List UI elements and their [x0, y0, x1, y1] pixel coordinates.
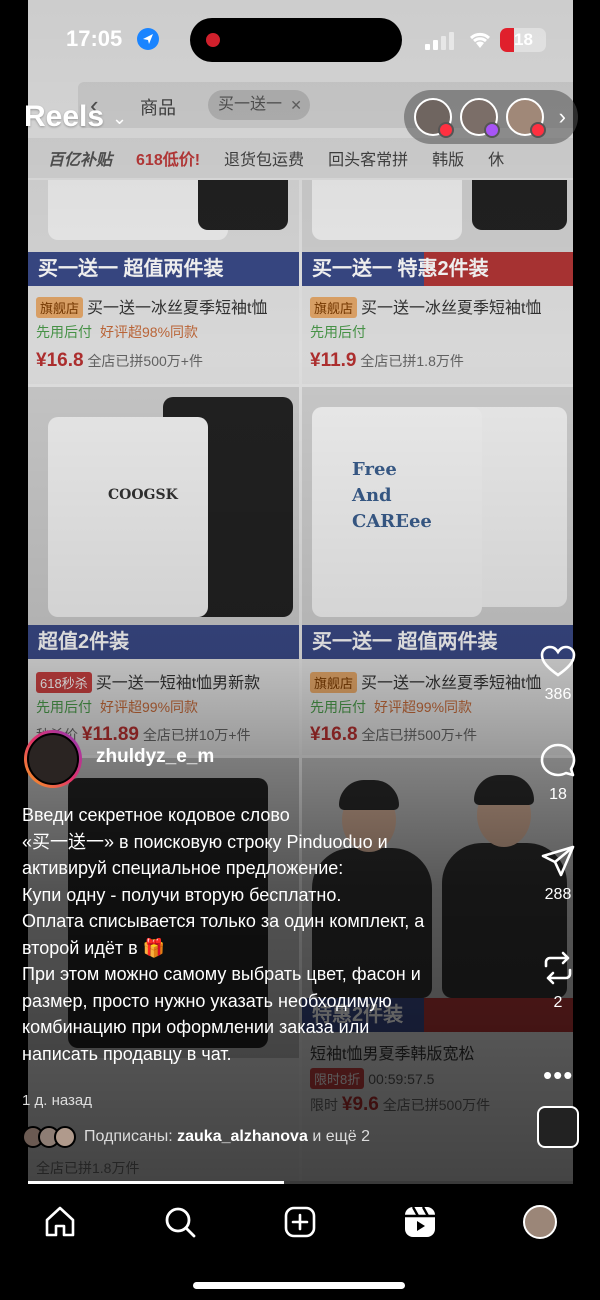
product-title: 旗舰店 买一送一冰丝夏季短袖t恤 — [310, 669, 541, 693]
close-icon: ✕ — [290, 97, 303, 113]
tab-search[interactable] — [160, 1202, 200, 1242]
remix-count: 2 — [553, 994, 563, 1011]
product-card: 买一送一 特惠2件装 旗舰店 买一送一冰丝夏季短袖t恤 先用后付 ¥11.9 全店… — [302, 180, 573, 384]
product-timer: 限时8折 00:59:57.5 — [310, 1068, 434, 1089]
shirt-print: COOGSK — [108, 487, 178, 503]
like-count: 386 — [544, 686, 572, 703]
product-banner: 超值2件装 — [28, 625, 299, 659]
friends-activity-pill[interactable]: › — [404, 90, 578, 144]
product-meta: 先用后付 好评超99%同款 — [310, 699, 473, 715]
profile-avatar — [523, 1205, 557, 1239]
chevron-down-icon[interactable]: ⌄ — [112, 108, 127, 129]
author-avatar[interactable] — [24, 730, 82, 788]
friend-avatar — [506, 98, 546, 138]
caption-line: «买一送一» в поисковую строку Pinduoduo и — [22, 831, 388, 852]
pdd-filter: 休 — [488, 152, 505, 169]
product-price: 限时 ¥9.6 全店已拼500万件 — [310, 1094, 491, 1115]
caption-line: размер, просто нужно указать необходимую — [22, 990, 392, 1011]
comment-icon — [540, 743, 576, 777]
comment-count: 18 — [549, 786, 567, 803]
pdd-filter: 韩版 — [432, 152, 465, 169]
wifi-icon — [467, 28, 493, 56]
tab-profile[interactable] — [520, 1202, 560, 1242]
product-price: ¥16.8 全店已拼500万+件 — [310, 724, 477, 745]
product-card: COOGSK 超值2件装 618秒杀 买一送一短袖t恤男新款 先用后付 好评超99%… — [28, 387, 299, 755]
product-banner: 买一送一 超值两件装 — [28, 252, 299, 286]
product-meta: 先用后付 好评超98%同款 — [36, 324, 199, 340]
friend-avatar — [460, 98, 500, 138]
status-bar: 17:05 18 — [0, 0, 600, 80]
pdd-search-chip: 买一送一 ✕ — [208, 90, 311, 120]
product-price: ¥11.9 全店已拼1.8万件 — [310, 350, 464, 371]
shirt-print: Free And CAREee — [352, 459, 432, 532]
product-banner: 买一送一 特惠2件装 — [302, 252, 573, 286]
product-title: 618秒杀 买一送一短袖t恤男新款 — [36, 669, 260, 693]
author-username[interactable]: zhuldyz_e_m — [96, 746, 214, 768]
reels-icon — [405, 1206, 435, 1237]
tab-create[interactable] — [280, 1202, 320, 1242]
product-title: 旗舰店 买一送一冰丝夏季短袖t恤 — [36, 294, 267, 318]
product-image — [28, 180, 299, 252]
caption-line: Купи одну - получи вторую бесплатно. — [22, 884, 342, 905]
product-meta: 先用后付 — [310, 324, 366, 340]
audio-thumbnail[interactable] — [537, 1106, 579, 1148]
remix-button[interactable]: 2 — [530, 950, 586, 1012]
caption-line: активируй специальное предложение: — [22, 858, 344, 878]
music-icon — [484, 122, 500, 138]
product-image — [302, 180, 573, 252]
share-icon — [541, 845, 575, 877]
comment-button[interactable]: 18 — [530, 742, 586, 804]
create-icon — [284, 1206, 316, 1238]
status-time: 17:05 — [66, 26, 123, 51]
heart-icon — [530, 122, 546, 138]
caption-line: написать продавцу в чат. — [22, 1043, 232, 1064]
product-card: 买一送一 超值两件装 旗舰店 买一送一冰丝夏季短袖t恤 先用后付 好评超98%同款 … — [28, 180, 299, 384]
pdd-filter-bar: 百亿补贴 618低价! 退货包运费 回头客常拼 韩版 休 — [28, 138, 573, 178]
chevron-right-icon: › — [558, 104, 566, 129]
signal-icon — [425, 32, 457, 50]
follower-avatar — [54, 1126, 76, 1148]
caption-line: Оплата списывается только за один компле… — [22, 911, 425, 931]
share-count: 288 — [544, 886, 572, 903]
friend-avatar — [414, 98, 454, 138]
product-sold: 全店已拼1.8万件 — [36, 1160, 140, 1176]
pdd-filter: 退货包运费 — [224, 152, 305, 169]
pdd-search-category: 商品 — [140, 98, 176, 118]
product-meta: 先用后付 好评超99%同款 — [36, 699, 199, 715]
recording-indicator — [206, 33, 220, 47]
caption-line: При этом можно самому выбрать цвет, фасо… — [22, 964, 421, 984]
product-image: Free And CAREee — [302, 387, 573, 625]
followed-by-text: Подписаны: zauka_alzhanova и ещё 2 — [84, 1128, 370, 1145]
post-time: 1 д. назад — [22, 1092, 93, 1109]
share-button[interactable]: 288 — [530, 844, 586, 904]
tab-reels[interactable] — [400, 1202, 440, 1242]
pdd-search-query: 买一送一 — [218, 96, 283, 113]
more-icon[interactable]: ••• — [543, 1060, 573, 1091]
location-icon — [137, 28, 159, 50]
heart-icon — [540, 645, 576, 677]
home-icon — [45, 1206, 75, 1237]
tab-home[interactable] — [40, 1202, 80, 1242]
caption-line: Введи секретное кодовое слово — [22, 805, 290, 825]
caption-line: второй идёт в 🎁 — [22, 937, 166, 958]
caption-line: комбинацию при оформлении заказа или — [22, 1017, 370, 1037]
product-title: 旗舰店 买一送一冰丝夏季短袖t恤 — [310, 294, 541, 318]
pdd-filter: 回头客常拼 — [328, 152, 409, 169]
pdd-filter: 百亿补贴 — [48, 152, 113, 169]
product-price: ¥16.8 全店已拼500万+件 — [36, 350, 203, 371]
pdd-filter: 618低价! — [136, 152, 201, 169]
reel-caption[interactable]: Введи секретное кодовое слово «买一送一» в п… — [22, 802, 522, 1067]
reels-title[interactable]: Reels — [24, 100, 104, 134]
remix-icon — [544, 951, 572, 985]
battery-level: 18 — [514, 30, 533, 49]
battery-icon: 18 — [500, 28, 546, 52]
dynamic-island — [190, 18, 402, 62]
heart-icon — [438, 122, 454, 138]
product-image: COOGSK — [28, 387, 299, 625]
search-icon — [165, 1207, 196, 1238]
like-button[interactable]: 386 — [530, 644, 586, 704]
home-indicator — [193, 1282, 405, 1289]
